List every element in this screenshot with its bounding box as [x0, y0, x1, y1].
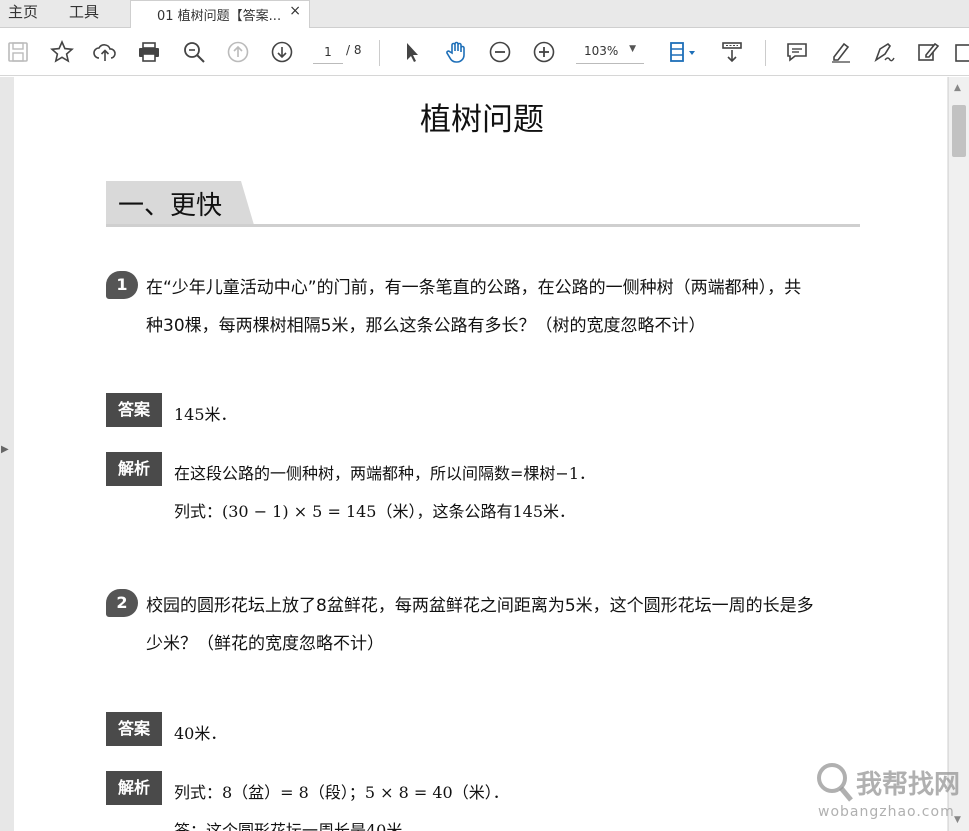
- magnifier-logo-icon: [817, 763, 853, 802]
- question-text-line: 少米？（鲜花的宽度忽略不计）: [146, 634, 384, 654]
- section-underline: [106, 224, 860, 227]
- scroll-up-icon[interactable]: ▲: [954, 83, 961, 93]
- comment-icon[interactable]: [783, 38, 811, 66]
- zoom-search-icon[interactable]: [180, 38, 208, 66]
- answer-text: 40米．: [174, 724, 227, 743]
- zoom-out-icon[interactable]: [486, 38, 514, 66]
- chevron-right-icon[interactable]: ▶: [1, 444, 9, 455]
- analysis-text: 答：这个圆形花坛一周长是40米．: [174, 821, 419, 831]
- scroll-mode-icon[interactable]: [718, 38, 746, 66]
- toolbar-divider: [379, 40, 380, 66]
- select-cursor-icon[interactable]: [398, 38, 426, 66]
- answer-text: 145米．: [174, 405, 237, 424]
- answer-label: 答案: [106, 712, 162, 746]
- zoom-in-icon[interactable]: [530, 38, 558, 66]
- question-number-badge: 1: [106, 271, 138, 299]
- watermark-text: 我帮找网: [856, 770, 961, 800]
- question-text-line: 在“少年儿童活动中心”的门前，有一条笔直的公路，在公路的一侧种树（两端都种），共: [146, 278, 802, 298]
- watermark-url: wobangzhao.com: [818, 804, 955, 820]
- analysis-label: 解析: [106, 452, 162, 486]
- page-number-input[interactable]: [313, 40, 343, 64]
- left-panel-toggle[interactable]: ▶: [0, 77, 14, 831]
- section-header: 一、更快: [106, 181, 860, 227]
- page-fit-icon[interactable]: [664, 38, 700, 66]
- document-viewer: ▶ 植树问题 一、更快 1 在“少年儿童活动中心”的门前，有一条笔直的公路，在公…: [0, 77, 969, 831]
- tab-document-title: 01 植树问题【答案...: [157, 9, 282, 24]
- question-text: 校园的圆形花坛上放了8盆鲜花，每两盆鲜花之间距离为5米，这个圆形花坛一周的长是多…: [146, 587, 846, 663]
- page-total: / 8: [346, 43, 362, 57]
- upload-icon[interactable]: [91, 38, 119, 66]
- zoom-select[interactable]: 103% ▼: [576, 40, 644, 64]
- sign-icon[interactable]: [870, 38, 898, 66]
- section-title: 一、更快: [118, 191, 223, 221]
- vertical-scrollbar[interactable]: ▲ ▼: [948, 77, 969, 831]
- page-down-icon[interactable]: [268, 38, 296, 66]
- tab-bar: 主页 工具 01 植树问题【答案... ×: [0, 0, 969, 29]
- close-tab-icon[interactable]: ×: [289, 3, 301, 19]
- pdf-page: 植树问题 一、更快 1 在“少年儿童活动中心”的门前，有一条笔直的公路，在公路的…: [14, 77, 947, 831]
- scrollbar-thumb[interactable]: [952, 105, 966, 157]
- zoom-value: 103%: [584, 44, 619, 58]
- watermark: 我帮找网 wobangzhao.com: [814, 760, 964, 828]
- tab-document[interactable]: 01 植树问题【答案... ×: [130, 0, 310, 29]
- analysis-text: 在这段公路的一侧种树，两端都种，所以间隔数=棵树−1．: [174, 464, 595, 483]
- analysis-text: 列式：(30 − 1) × 5 = 145（米），这条公路有145米．: [174, 502, 576, 521]
- question-text-line: 校园的圆形花坛上放了8盆鲜花，每两盆鲜花之间距离为5米，这个圆形花坛一周的长是多: [146, 596, 814, 616]
- highlight-icon[interactable]: [827, 38, 855, 66]
- print-icon[interactable]: [135, 38, 163, 66]
- analysis-label: 解析: [106, 771, 162, 805]
- save-icon[interactable]: [4, 38, 32, 66]
- question-text: 在“少年儿童活动中心”的门前，有一条笔直的公路，在公路的一侧种树（两端都种），共…: [146, 269, 846, 345]
- tab-tools[interactable]: 工具: [69, 0, 99, 28]
- fill-sign-icon[interactable]: [914, 38, 942, 66]
- analysis-text: 列式：8（盆）= 8（段）；5 × 8 = 40（米）．: [174, 783, 509, 802]
- question-number-badge: 2: [106, 589, 138, 617]
- answer-label: 答案: [106, 393, 162, 427]
- question-text-line: 种30棵，每两棵树相隔5米，那么这条公路有多长？（树的宽度忽略不计）: [146, 316, 706, 336]
- page-up-icon[interactable]: [224, 38, 252, 66]
- document-title: 植树问题: [420, 102, 544, 138]
- chevron-down-icon: ▼: [629, 44, 636, 54]
- star-icon[interactable]: [48, 38, 76, 66]
- tab-home[interactable]: 主页: [8, 0, 38, 28]
- more-tools-icon[interactable]: [955, 38, 969, 66]
- toolbar: / 8 103% ▼: [0, 28, 969, 76]
- toolbar-divider: [765, 40, 766, 66]
- hand-icon[interactable]: [442, 38, 470, 66]
